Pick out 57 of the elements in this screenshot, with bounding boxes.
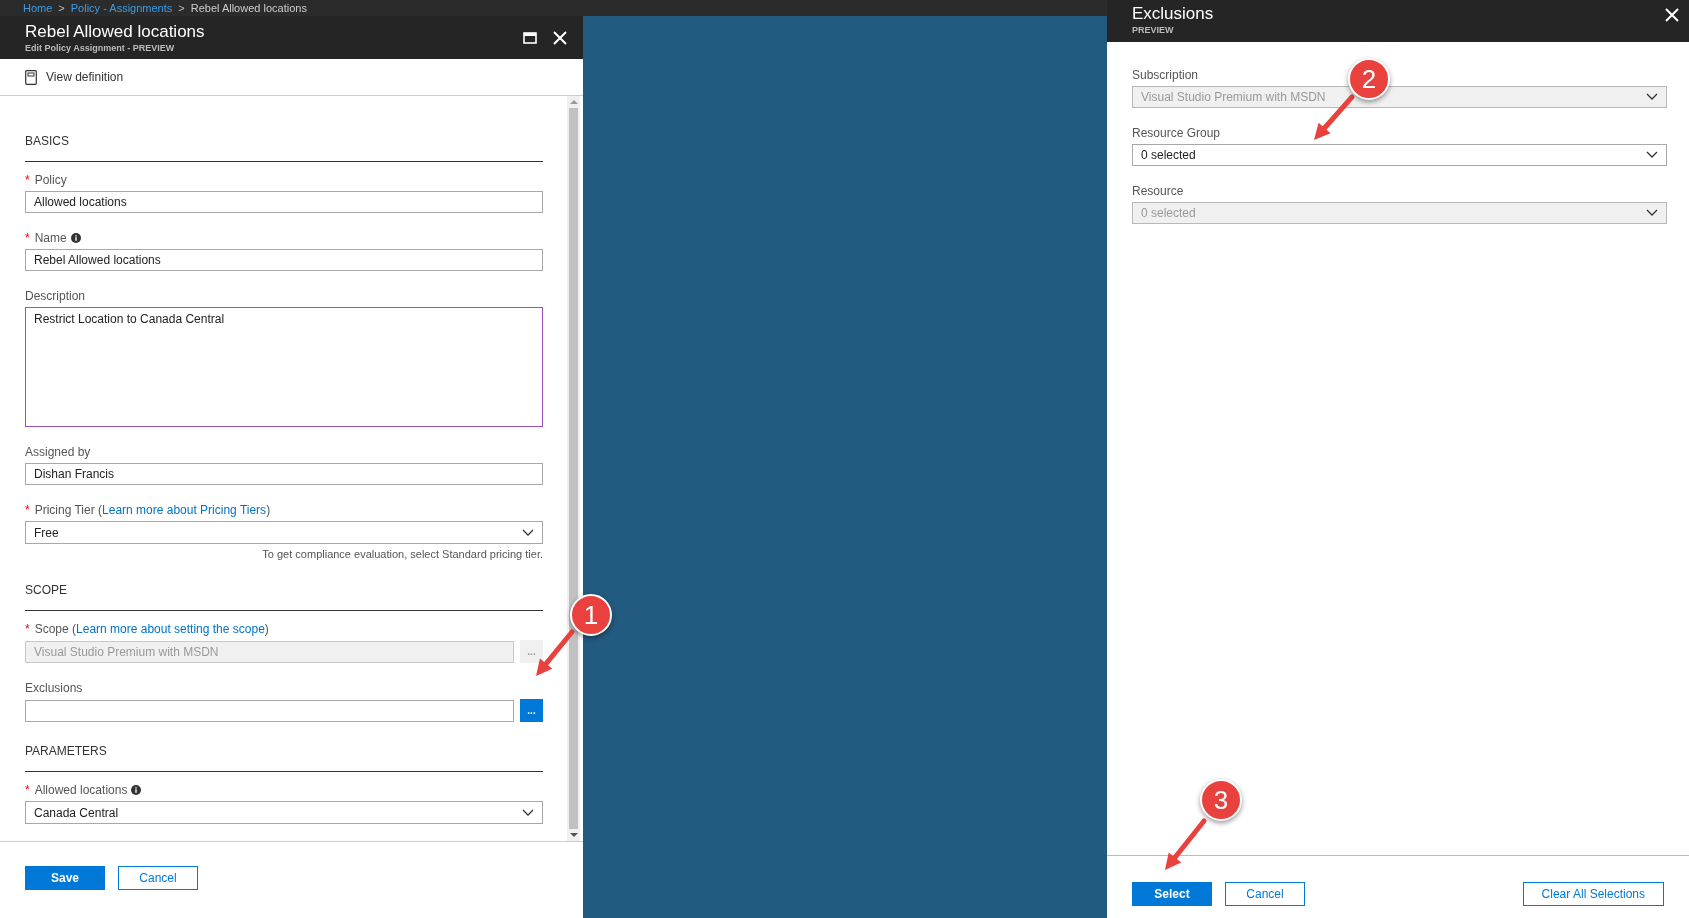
text-field[interactable]: Rebel Allowed locations <box>25 249 543 271</box>
field-label: Exclusions <box>25 680 83 696</box>
breadcrumb-separator: > <box>178 0 185 16</box>
required-asterisk: * <box>25 172 30 188</box>
panel-title: Exclusions <box>1132 3 1214 24</box>
dropdown-field[interactable]: Free <box>25 521 543 544</box>
book-icon <box>25 69 37 85</box>
chevron-down-icon <box>1646 209 1658 217</box>
view-definition-link[interactable]: View definition <box>46 68 124 86</box>
chevron-down-icon <box>1646 151 1658 159</box>
close-icon[interactable] <box>1665 8 1679 22</box>
select-button[interactable]: Select <box>1132 882 1212 906</box>
callout-arrow <box>536 629 575 676</box>
breadcrumb-separator: > <box>58 0 65 16</box>
hint-text: To get compliance evaluation, select Standard pricing tier. <box>262 547 543 561</box>
field-label: Resource <box>1132 184 1184 198</box>
text-field[interactable]: Allowed locations <box>25 191 543 213</box>
scrollbar[interactable] <box>567 96 580 841</box>
breadcrumb-current: Rebel Allowed locations <box>190 0 307 16</box>
field-label: Subscription <box>1132 68 1199 82</box>
learn-more-link[interactable]: Learn more about Pricing Tiers <box>102 503 267 517</box>
save-button[interactable]: Save <box>25 866 105 890</box>
cancel-button[interactable]: Cancel <box>1225 882 1305 906</box>
text-field[interactable]: Dishan Francis <box>25 463 543 485</box>
panel-subtitle: Edit Policy Assignment - PREVIEW <box>25 42 176 54</box>
chevron-down-icon <box>1646 93 1658 101</box>
required-asterisk: * <box>25 782 30 798</box>
section-heading: BASICS <box>25 134 69 148</box>
required-asterisk: * <box>25 621 30 637</box>
clear-selections-button[interactable]: Clear All Selections <box>1522 882 1664 906</box>
chevron-down-icon <box>522 528 534 537</box>
maximize-icon[interactable] <box>523 31 537 44</box>
panel-subtitle: PREVIEW <box>1132 24 1175 36</box>
field-label: Description <box>25 288 86 304</box>
section-heading: PARAMETERS <box>25 744 107 758</box>
field-label: Pricing Tier (Learn more about Pricing Tiers) <box>34 502 271 518</box>
description-field[interactable]: Restrict Location to Canada Central <box>25 307 543 427</box>
field-label: Scope (Learn more about setting the scope) <box>34 621 269 637</box>
picker-field[interactable] <box>25 699 514 722</box>
field-label: Assigned by <box>25 444 91 460</box>
field-label: Allowed locations <box>34 782 128 798</box>
browse-button[interactable]: ... <box>520 699 543 722</box>
panel-title: Rebel Allowed locations <box>25 21 205 42</box>
section-heading: SCOPE <box>25 583 67 597</box>
chevron-down-icon <box>522 808 534 817</box>
breadcrumb-link[interactable]: Policy - Assignments <box>70 0 173 17</box>
required-asterisk: * <box>25 230 30 246</box>
required-asterisk: * <box>25 502 30 518</box>
field-label: Name <box>34 230 67 246</box>
callout-arrow <box>1165 818 1207 870</box>
cancel-button[interactable]: Cancel <box>118 866 198 890</box>
breadcrumb-link[interactable]: Home <box>23 0 53 17</box>
field-label: Policy <box>34 172 67 188</box>
close-icon[interactable] <box>553 30 567 45</box>
dropdown-field[interactable]: 0 selected <box>1132 144 1667 166</box>
dropdown-field[interactable]: Canada Central <box>25 801 543 824</box>
field-label: Resource Group <box>1132 126 1221 140</box>
